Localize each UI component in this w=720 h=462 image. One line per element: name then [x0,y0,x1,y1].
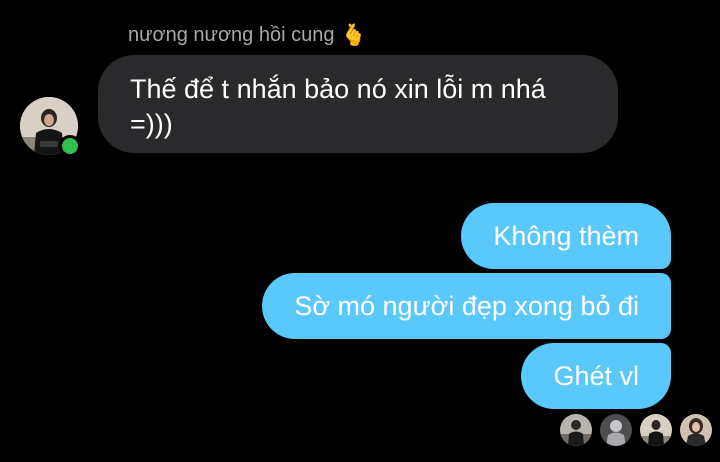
online-status-dot [59,135,81,157]
sender-name: nương nương hồi cung [128,23,335,46]
profile-photo-icon [600,414,632,446]
profile-photo-icon [680,414,712,446]
sender-name-row: nương nương hồi cung 🫰 [128,22,367,48]
seen-avatar-2 [600,414,632,446]
outgoing-message-bubble[interactable]: Sờ mó người đẹp xong bỏ đi [262,273,671,339]
profile-photo-icon [640,414,672,446]
seen-by-avatars[interactable] [560,414,712,446]
finger-heart-emoji-icon: 🫰 [340,23,367,47]
seen-avatar-4 [680,414,712,446]
message-text: Không thèm [493,220,639,251]
outgoing-message-bubble[interactable]: Không thèm [461,203,671,269]
incoming-message-bubble[interactable]: Thế để t nhắn bảo nó xin lỗi m nhá =))) [98,55,618,153]
profile-photo-icon [560,414,592,446]
sender-avatar[interactable] [20,97,81,157]
message-text: Ghét vl [553,360,639,391]
seen-avatar-3 [640,414,672,446]
seen-avatar-1 [560,414,592,446]
message-text: Sờ mó người đẹp xong bỏ đi [294,290,639,321]
outgoing-message-bubble[interactable]: Ghét vl [521,343,671,409]
message-text: Thế để t nhắn bảo nó xin lỗi m nhá =))) [130,74,546,139]
